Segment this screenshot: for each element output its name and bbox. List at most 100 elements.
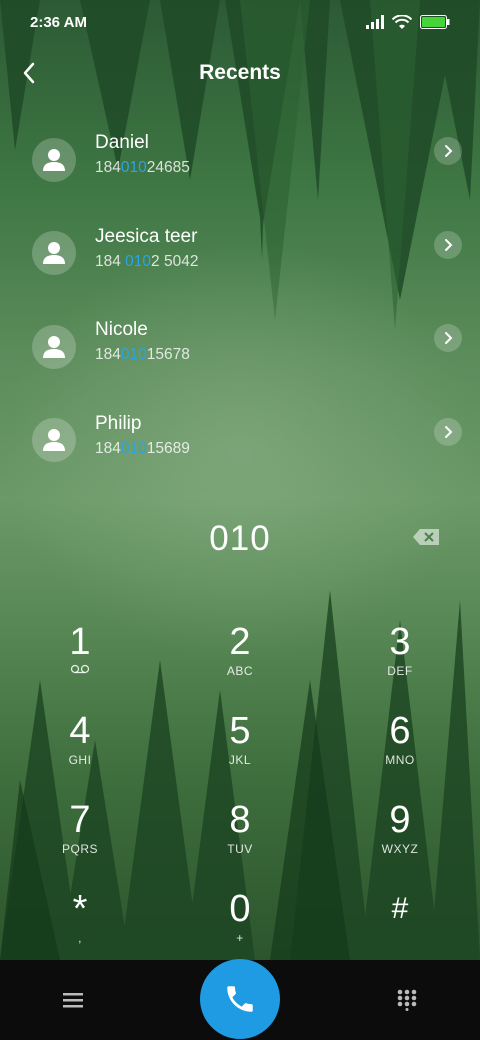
key-digit: 1 [69,621,91,663]
contact-details-button[interactable] [434,324,462,352]
number-match: 010 [120,346,147,363]
key-letters: PQRS [61,842,98,856]
key-5[interactable]: 5 JKL [160,689,320,778]
key-digit: 7 [69,799,91,841]
menu-button[interactable] [58,986,88,1014]
key-digit: # [391,892,409,925]
wifi-icon [392,14,412,29]
key-star[interactable]: * , [0,867,160,956]
key-digit: 5 [229,710,251,752]
dial-display: 010 [0,510,480,568]
dialpad-icon [397,989,417,1011]
avatar [32,418,76,463]
keypad: 1 2 ABC 3 DEF 4 GHI 5 JKL 6 MNO 7 PQRS 8… [0,600,480,956]
number-suffix: 24685 [146,159,190,176]
key-6[interactable]: 6 MNO [320,689,480,778]
chevron-left-icon [23,62,35,84]
call-button[interactable] [200,959,280,1039]
recents-list: Daniel 18401024685 Jeesica teer 184 0102… [0,113,480,487]
key-2[interactable]: 2 ABC [160,600,320,689]
number-prefix: 184 [95,346,121,363]
number-match: 010 [120,159,147,176]
keypad-row: * , 0 + # [0,867,480,956]
keypad-row: 7 PQRS 8 TUV 9 WXYZ [0,778,480,867]
contact-name: Jeesica teer [95,225,198,247]
key-letters: ABC [226,664,254,678]
status-icons [366,14,450,30]
number-suffix: 15678 [146,346,190,363]
chevron-right-icon [445,425,453,438]
key-digit: 9 [389,799,411,841]
key-letters: DEF [387,664,413,678]
keypad-row: 1 2 ABC 3 DEF [0,600,480,689]
avatar [32,137,76,182]
key-digit: * [72,888,88,930]
key-8[interactable]: 8 TUV [160,778,320,867]
person-icon [43,429,65,452]
person-icon [43,242,65,265]
contact-name: Philip [95,412,142,434]
contact-number: 18401015689 [95,438,190,460]
status-time: 2:36 AM [30,13,87,31]
key-letters: TUV [227,842,253,856]
page-title: Recents [199,61,281,84]
key-letters: , [78,931,82,945]
signal-icon [366,15,384,29]
chevron-right-icon [445,145,453,157]
chevron-right-icon [445,332,453,344]
number-match: 010 [120,439,147,457]
person-icon [43,148,65,171]
recent-item[interactable]: Daniel 18401024685 [0,113,480,207]
recent-item[interactable]: Philip 18401015689 [0,394,480,488]
number-suffix: 2 5042 [151,252,199,270]
contact-details-button[interactable] [434,137,462,165]
keypad-row: 4 GHI 5 JKL 6 MNO [0,689,480,778]
key-digit: 3 [389,621,411,663]
header: Recents [0,48,480,98]
status-bar: 2:36 AM [0,0,480,44]
key-digit: 6 [389,710,411,752]
key-letters: MNO [385,753,415,767]
battery-icon [420,15,450,29]
person-icon [43,335,65,358]
dialpad-toggle-button[interactable] [392,986,422,1014]
number-suffix: 15689 [146,439,190,457]
contact-number: 184 0102 5042 [95,251,198,273]
key-letters: + [236,931,244,945]
number-prefix: 184 [95,439,121,457]
contact-details-button[interactable] [434,230,462,259]
chevron-right-icon [445,238,453,251]
key-digit: 4 [69,710,91,752]
dialed-number[interactable]: 010 [209,519,270,559]
key-3[interactable]: 3 DEF [320,600,480,689]
backspace-button[interactable] [412,528,442,548]
contact-name: Daniel [95,132,149,153]
contact-number: 18401024685 [95,157,190,179]
recent-item[interactable]: Nicole 18401015678 [0,300,480,394]
key-9[interactable]: 9 WXYZ [320,778,480,867]
key-7[interactable]: 7 PQRS [0,778,160,867]
key-4[interactable]: 4 GHI [0,689,160,778]
voicemail-icon [70,664,90,674]
avatar [32,324,76,369]
phone-icon [227,986,253,1012]
back-button[interactable] [12,56,46,90]
contact-text: Nicole 18401015678 [95,318,190,366]
contact-details-button[interactable] [434,417,462,446]
contact-text: Jeesica teer 184 0102 5042 [95,225,198,273]
key-digit: 8 [229,799,251,841]
key-hash[interactable]: # [320,867,480,956]
recent-item[interactable]: Jeesica teer 184 0102 5042 [0,207,480,301]
key-letters: JKL [228,753,252,767]
number-prefix: 184 [95,159,121,176]
key-1[interactable]: 1 [0,600,160,689]
key-digit: 0 [229,888,251,930]
key-0[interactable]: 0 + [160,867,320,956]
contact-text: Daniel 18401024685 [95,131,190,179]
key-letters: WXYZ [381,842,419,856]
number-prefix: 184 [95,252,126,270]
avatar [32,231,76,276]
contact-name: Nicole [95,319,148,340]
key-letters: GHI [68,753,92,767]
menu-icon [63,993,83,1008]
